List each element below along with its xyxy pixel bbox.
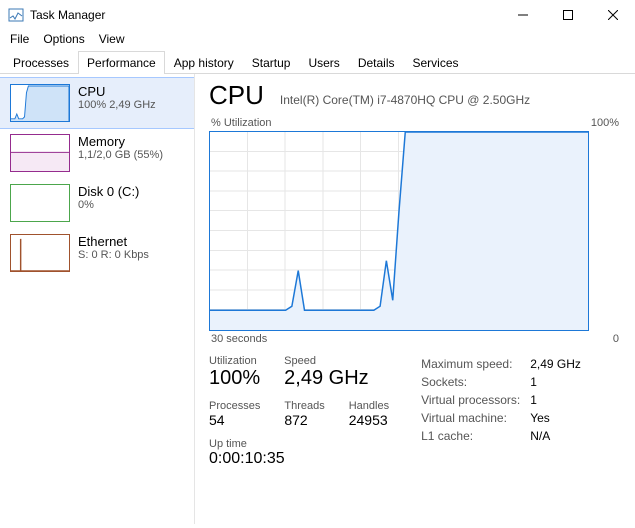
vm-label: Virtual machine: [421, 411, 528, 427]
utilization-label: Utilization [209, 355, 260, 367]
speed-label: Speed [284, 355, 368, 367]
chart-top-left-label: % Utilization [211, 117, 272, 129]
cpu-thumbnail-icon [10, 84, 70, 122]
ethernet-thumbnail-icon [10, 234, 70, 272]
details-table: Maximum speed:2,49 GHz Sockets:1 Virtual… [419, 355, 591, 447]
sidebar-cpu-title: CPU [78, 84, 156, 99]
tab-startup[interactable]: Startup [243, 51, 300, 74]
threads-label: Threads [284, 400, 324, 412]
tab-details[interactable]: Details [349, 51, 404, 74]
minimize-button[interactable] [500, 1, 545, 29]
close-button[interactable] [590, 1, 635, 29]
processes-value: 54 [209, 412, 260, 428]
sidebar-ethernet-sub: S: 0 R: 0 Kbps [78, 249, 149, 261]
titlebar[interactable]: Task Manager [0, 0, 635, 30]
app-icon [8, 7, 24, 23]
sidebar-item-disk[interactable]: Disk 0 (C:) 0% [0, 178, 194, 228]
sidebar-disk-sub: 0% [78, 199, 139, 211]
menu-options[interactable]: Options [43, 32, 84, 46]
stats-block: Utilization 100% Speed 2,49 GHz Processe… [209, 355, 621, 468]
chart-wrap: % Utilization 100% 30 seconds 0 [209, 117, 621, 345]
sockets-value: 1 [530, 375, 589, 391]
menu-view[interactable]: View [99, 32, 125, 46]
sidebar: CPU 100% 2,49 GHz Memory 1,1/2,0 GB (55%… [0, 74, 195, 524]
maximize-button[interactable] [545, 1, 590, 29]
max-speed-label: Maximum speed: [421, 357, 528, 373]
utilization-value: 100% [209, 367, 260, 390]
window-controls [500, 1, 635, 29]
chart-bottom-right-label: 0 [613, 333, 619, 345]
page-subtitle: Intel(R) Core(TM) i7-4870HQ CPU @ 2.50GH… [280, 93, 530, 107]
sidebar-item-memory[interactable]: Memory 1,1/2,0 GB (55%) [0, 128, 194, 178]
uptime-value: 0:00:10:35 [209, 450, 389, 468]
tab-users[interactable]: Users [299, 51, 348, 74]
sockets-label: Sockets: [421, 375, 528, 391]
main-panel: CPU Intel(R) Core(TM) i7-4870HQ CPU @ 2.… [195, 74, 635, 524]
tab-performance[interactable]: Performance [78, 51, 165, 74]
tab-services[interactable]: Services [404, 51, 468, 74]
uptime-label: Up time [209, 438, 389, 450]
memory-thumbnail-icon [10, 134, 70, 172]
vprocs-label: Virtual processors: [421, 393, 528, 409]
chart-bottom-left-label: 30 seconds [211, 333, 267, 345]
handles-label: Handles [349, 400, 389, 412]
tab-processes[interactable]: Processes [4, 51, 78, 74]
content-area: CPU 100% 2,49 GHz Memory 1,1/2,0 GB (55%… [0, 74, 635, 524]
handles-value: 24953 [349, 412, 389, 428]
task-manager-window: Task Manager File Options View Processes… [0, 0, 635, 528]
menu-file[interactable]: File [10, 32, 29, 46]
processes-label: Processes [209, 400, 260, 412]
speed-value: 2,49 GHz [284, 367, 368, 390]
sidebar-item-cpu[interactable]: CPU 100% 2,49 GHz [0, 77, 194, 129]
l1-value: N/A [530, 429, 589, 445]
threads-value: 872 [284, 412, 324, 428]
sidebar-ethernet-title: Ethernet [78, 234, 149, 249]
tab-app-history[interactable]: App history [165, 51, 243, 74]
chart-top-right-label: 100% [591, 117, 619, 129]
window-title: Task Manager [30, 8, 500, 22]
cpu-utilization-chart[interactable] [209, 131, 589, 331]
sidebar-memory-title: Memory [78, 134, 163, 149]
sidebar-item-ethernet[interactable]: Ethernet S: 0 R: 0 Kbps [0, 228, 194, 278]
max-speed-value: 2,49 GHz [530, 357, 589, 373]
sidebar-disk-title: Disk 0 (C:) [78, 184, 139, 199]
l1-label: L1 cache: [421, 429, 528, 445]
vprocs-value: 1 [530, 393, 589, 409]
disk-thumbnail-icon [10, 184, 70, 222]
tab-strip: Processes Performance App history Startu… [0, 50, 635, 74]
sidebar-cpu-sub: 100% 2,49 GHz [78, 99, 156, 111]
vm-value: Yes [530, 411, 589, 427]
page-title: CPU [209, 80, 264, 111]
menubar: File Options View [0, 30, 635, 50]
sidebar-memory-sub: 1,1/2,0 GB (55%) [78, 149, 163, 161]
